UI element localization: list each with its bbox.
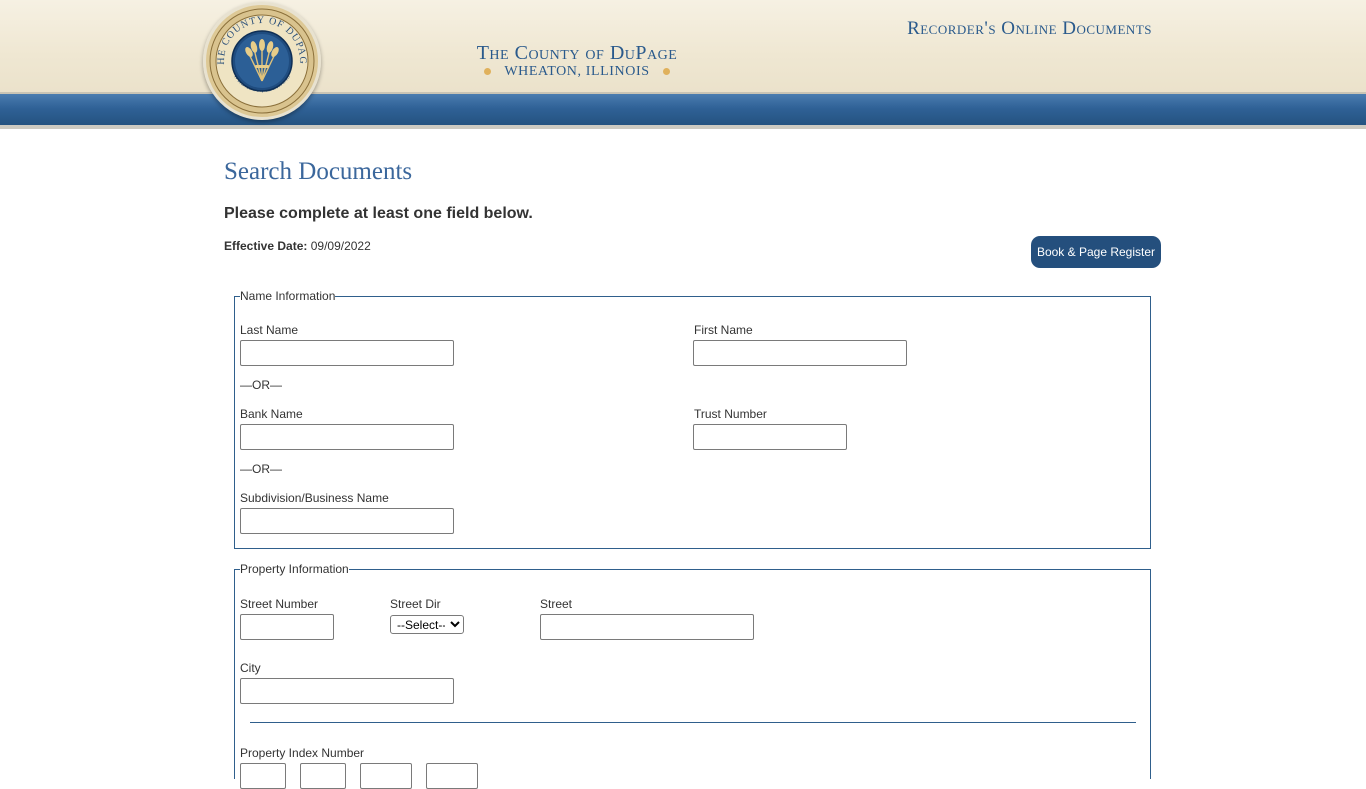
street-dir-label: Street Dir [390, 597, 441, 611]
city-label: City [240, 661, 261, 675]
street-dir-select[interactable]: --Select-- [390, 615, 464, 634]
pin-part-2-input[interactable] [300, 763, 346, 789]
name-information-legend: Name Information [240, 289, 336, 303]
first-name-label: First Name [694, 323, 753, 337]
page-title: Search Documents [224, 158, 413, 185]
instructions-text: Please complete at least one field below… [224, 205, 533, 222]
county-title: The County of DuPage [476, 42, 678, 64]
section-divider [250, 722, 1136, 723]
pin-part-4-input[interactable] [426, 763, 478, 789]
seal-graphic: THE COUNTY OF DUPAGE WHEATON, ILLINOIS [206, 5, 315, 114]
property-information-group: Property Information [234, 562, 1151, 779]
gold-dot-icon [484, 68, 492, 76]
city-input[interactable] [240, 678, 454, 704]
header-band-border [0, 125, 1366, 129]
or-separator: —OR— [240, 462, 282, 476]
trust-number-input[interactable] [693, 424, 847, 450]
county-seal-logo[interactable]: THE COUNTY OF DUPAGE WHEATON, ILLINOIS [203, 2, 321, 120]
last-name-label: Last Name [240, 323, 299, 337]
or-separator: —OR— [240, 378, 282, 392]
effective-date-label: Effective Date: [224, 239, 308, 253]
effective-date-value: 09/09/2022 [310, 239, 371, 253]
pin-part-3-input[interactable] [360, 763, 412, 789]
property-information-legend: Property Information [240, 562, 349, 576]
property-index-number-label: Property Index Number [240, 746, 365, 760]
site-header: THE COUNTY OF DUPAGE WHEATON, ILLINOIS [0, 0, 1366, 130]
first-name-input[interactable] [693, 340, 907, 366]
last-name-input[interactable] [240, 340, 454, 366]
pin-part-1-input[interactable] [240, 763, 286, 789]
street-label: Street [540, 597, 573, 611]
bank-name-label: Bank Name [240, 407, 303, 421]
header-blue-band [0, 92, 1366, 126]
street-number-label: Street Number [240, 597, 319, 611]
effective-date: Effective Date: 09/09/2022 [224, 239, 371, 253]
recorder-online-documents-title[interactable]: Recorder's Online Documents [850, 18, 1152, 40]
bank-name-input[interactable] [240, 424, 454, 450]
trust-number-label: Trust Number [694, 407, 767, 421]
street-number-input[interactable] [240, 614, 334, 640]
subdivision-business-name-label: Subdivision/Business Name [240, 491, 389, 505]
street-input[interactable] [540, 614, 754, 640]
subdivision-business-name-input[interactable] [240, 508, 454, 534]
gold-dot-icon [662, 68, 670, 76]
county-location-text: WHEATON, ILLINOIS [504, 64, 650, 79]
book-page-register-button[interactable]: Book & Page Register [1031, 236, 1161, 268]
county-location: WHEATON, ILLINOIS [440, 64, 714, 80]
